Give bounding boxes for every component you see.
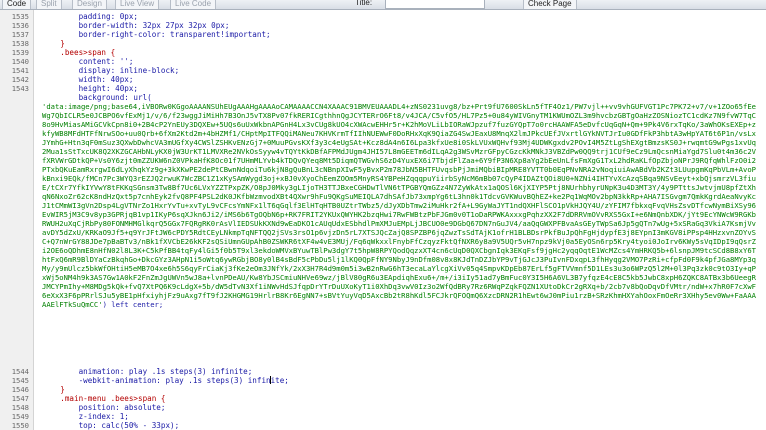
split-view-button[interactable]: Split <box>36 0 62 9</box>
code-line: 1550 top: calc(50% - 33px); <box>0 421 766 430</box>
code-line: 1540 content: ''; <box>0 57 766 66</box>
line-number: 1550 <box>11 421 29 430</box>
code-text: border-width: 32px 27px 32px 0px; <box>42 21 230 30</box>
code-text: position: absolute; <box>42 403 166 412</box>
line-number: 1546 <box>11 385 29 394</box>
live-code-button[interactable]: Live Code <box>170 0 217 9</box>
code-view-button[interactable]: Code <box>2 0 32 9</box>
check-page-button[interactable]: Check Page <box>523 0 577 9</box>
line-number: 1542 <box>11 75 29 84</box>
title-input[interactable] <box>385 0 485 9</box>
code-line: 1539 .bees>span { <box>0 48 766 57</box>
code-line: 1543 height: 40px; <box>0 84 766 93</box>
code-line: 1547 .main-menu .bees>span { <box>0 394 766 403</box>
code-line: 1549 z-index: 1; <box>0 412 766 421</box>
line-number: 1535 <box>11 12 29 21</box>
code-line: 1536 border-width: 32px 27px 32px 0px; <box>0 21 766 30</box>
code-text: -webkit-animation: play .1s steps(3) inf… <box>42 376 289 385</box>
line-number: 1543 <box>11 84 29 93</box>
code-line: 1537 border-right-color: transparent!imp… <box>0 30 766 39</box>
code-text: content: ''; <box>42 57 134 66</box>
code-text: top: calc(50% - 33px); <box>42 421 180 430</box>
line-number: 1536 <box>11 21 29 30</box>
code-line: 1542 width: 40px; <box>0 75 766 84</box>
document-toolbar: Code Split Design Live View Live Code Ti… <box>0 0 766 10</box>
line-number: 1544 <box>11 367 29 376</box>
code-text: } <box>42 39 65 48</box>
live-view-button[interactable]: Live View <box>115 0 160 9</box>
code-text: animation: play .1s steps(3) infinite; <box>42 367 253 376</box>
line-number: 1549 <box>11 412 29 421</box>
code-line: 1545 -webkit-animation: play .1s steps(3… <box>0 376 766 385</box>
line-number: 1547 <box>11 394 29 403</box>
code-line: 1544 animation: play .1s steps(3) infini… <box>0 367 766 376</box>
code-text: } <box>42 385 65 394</box>
line-number: 1539 <box>11 48 29 57</box>
code-text: z-index: 1; <box>42 412 129 421</box>
design-view-button[interactable]: Design <box>72 0 107 9</box>
line-number: 1538 <box>11 39 29 48</box>
code-text: width: 40px; <box>42 75 134 84</box>
code-text: background: url( <box>42 93 152 102</box>
text-cursor <box>270 376 271 384</box>
code-text: display: inline-block; <box>42 66 180 75</box>
data-uri-text: 'data:image/png;base64,iVBORw0KGgoAAAANS… <box>42 102 756 309</box>
code-line: 1541 display: inline-block; <box>0 66 766 75</box>
code-line: 1538 } <box>0 39 766 48</box>
code-line: 1548 position: absolute; <box>0 403 766 412</box>
code-text: border-right-color: transparent!importan… <box>42 30 271 39</box>
code-line: 1535 padding: 0px; <box>0 12 766 21</box>
line-number: 1540 <box>11 57 29 66</box>
line-number: 1541 <box>11 66 29 75</box>
code-editor[interactable]: 1535 padding: 0px; 1536 border-width: 32… <box>0 10 766 430</box>
line-number: 1548 <box>11 403 29 412</box>
code-text: .bees>span { <box>42 48 116 57</box>
background-suffix-text: ) left center; <box>102 300 164 309</box>
title-label: Title: <box>355 0 373 7</box>
base64-data-string: 'data:image/png;base64,iVBORw0KGgoAAAANS… <box>42 102 760 364</box>
code-text: padding: 0px; <box>42 12 139 21</box>
code-text: height: 40px; <box>42 84 139 93</box>
code-line: background: url( <box>0 93 766 102</box>
code-line: 1546 } <box>0 385 766 394</box>
line-number: 1545 <box>11 376 29 385</box>
code-text: .main-menu .bees>span { <box>42 394 166 403</box>
line-number: 1537 <box>11 30 29 39</box>
